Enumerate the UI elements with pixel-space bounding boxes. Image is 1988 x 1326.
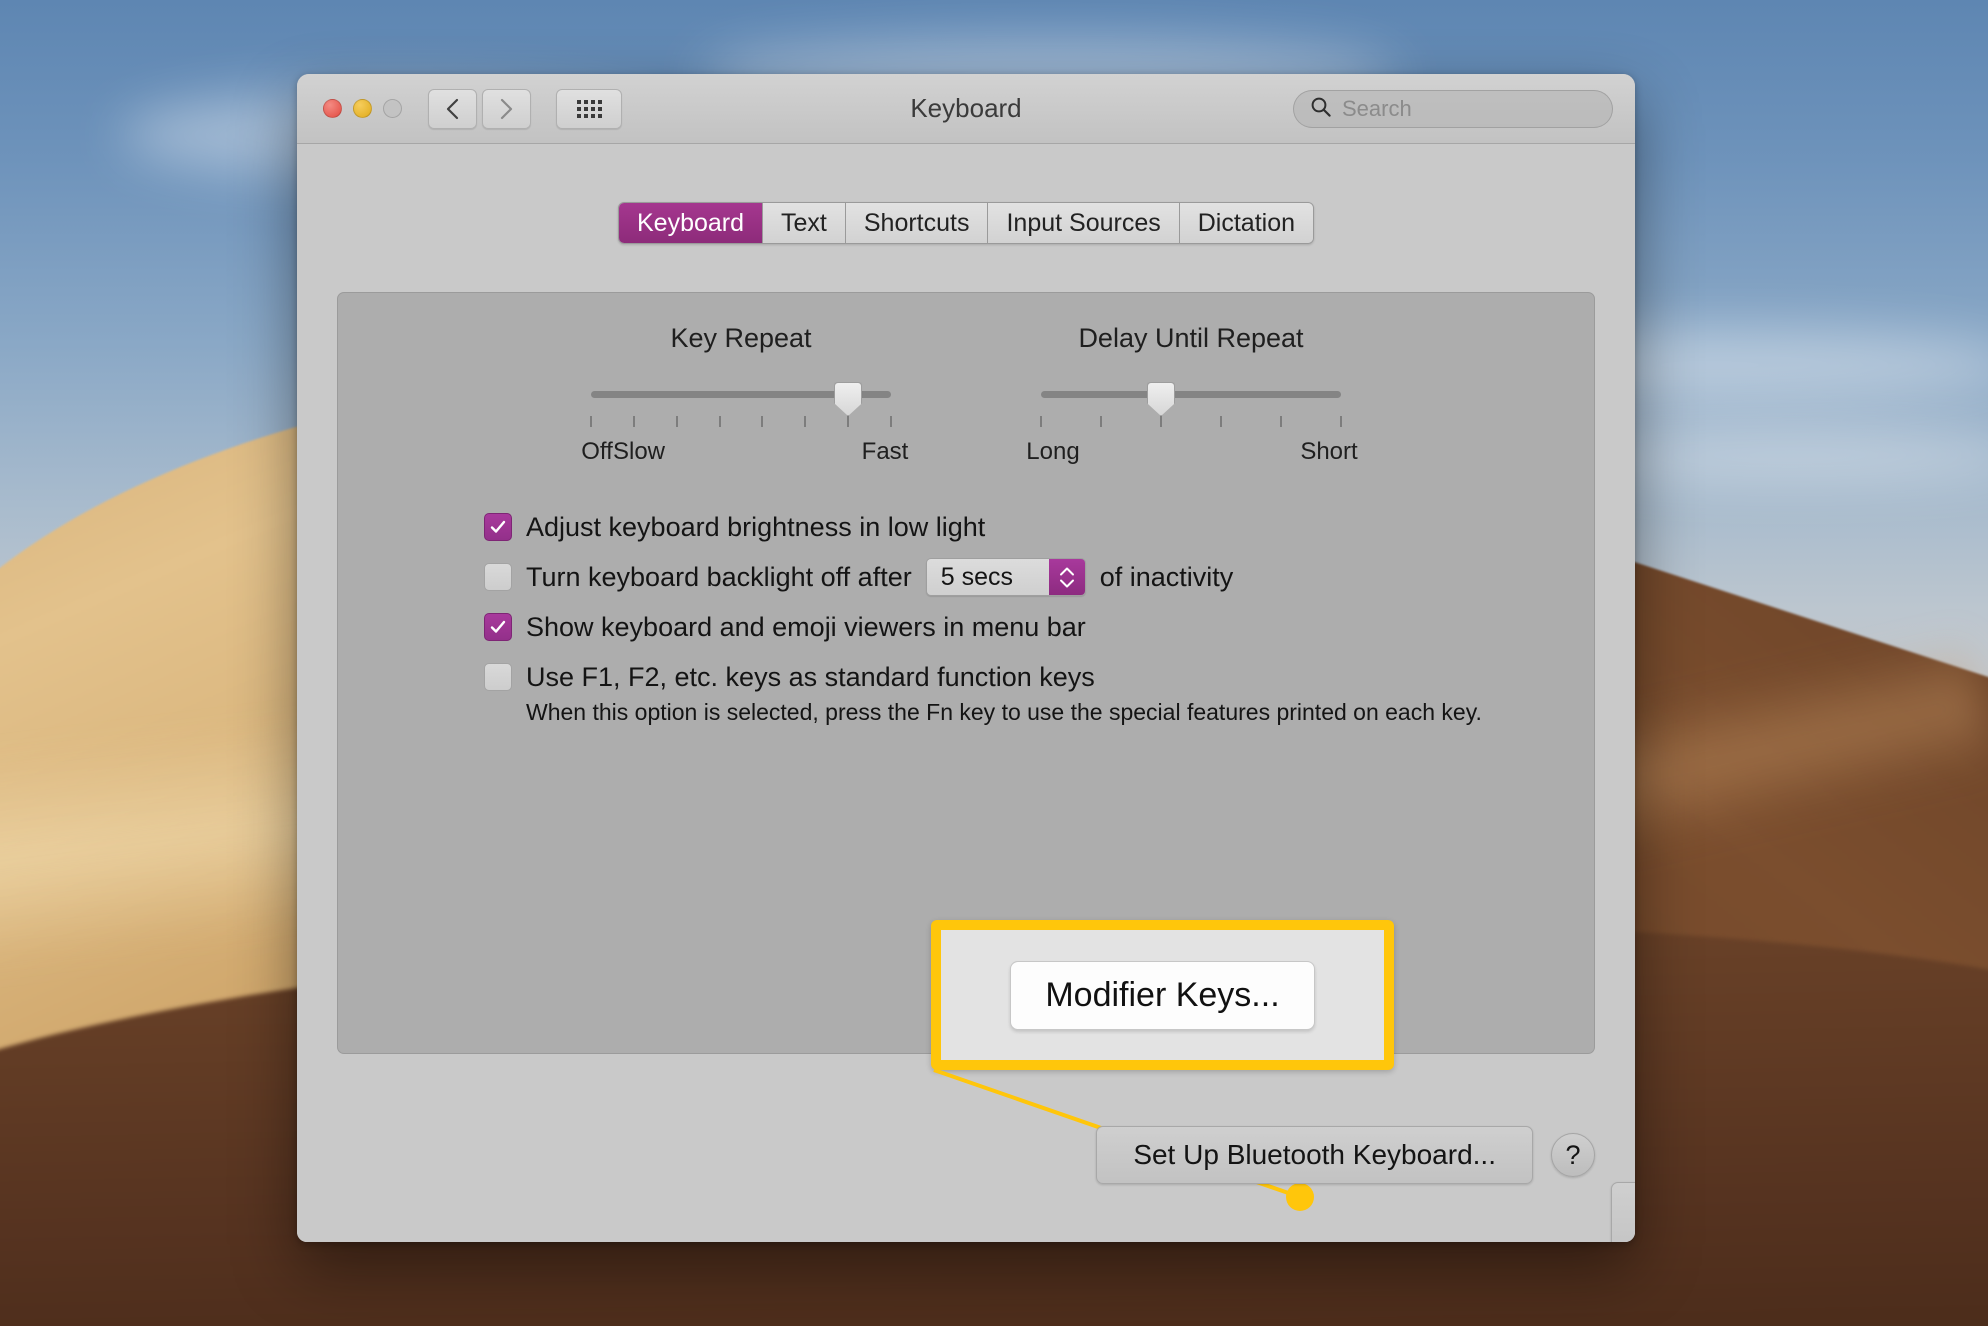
show-all-grid-icon: [576, 99, 602, 118]
key-repeat-ticks: [590, 416, 892, 430]
traffic-light-group: [323, 99, 402, 118]
chevron-down-icon[interactable]: [1059, 579, 1075, 588]
close-button[interactable]: [323, 99, 342, 118]
option-row-viewers[interactable]: Show keyboard and emoji viewers in menu …: [484, 609, 1564, 645]
tab-group: Keyboard Text Shortcuts Input Sources Di…: [617, 202, 1315, 244]
delay-until-repeat-slider-block: Delay Until Repeat Long Short: [1026, 323, 1357, 468]
option-row-function-keys[interactable]: Use F1, F2, etc. keys as standard functi…: [484, 659, 1564, 695]
help-button[interactable]: ?: [1551, 1133, 1595, 1177]
show-all-button[interactable]: [556, 88, 622, 129]
stepper-arrows[interactable]: [1048, 559, 1085, 595]
key-repeat-label-off: Off: [581, 438, 613, 465]
backlight-delay-stepper[interactable]: 5 secs: [925, 558, 1086, 596]
key-repeat-thumb[interactable]: [834, 382, 863, 416]
checkbox-backlight-off[interactable]: [484, 563, 512, 591]
chevron-right-icon: [500, 98, 513, 120]
key-repeat-label-fast: Fast: [861, 438, 909, 465]
key-repeat-tick-labels: Off Slow Fast: [581, 438, 908, 468]
desktop-wallpaper: Keyboard Keyboard Text Shortcuts Input S…: [0, 0, 1988, 1326]
tab-dictation[interactable]: Dictation: [1179, 203, 1314, 243]
key-repeat-label: Key Repeat: [670, 323, 812, 353]
system-preferences-window: Keyboard Keyboard Text Shortcuts Input S…: [297, 74, 1635, 1242]
key-repeat-slider-block: Key Repeat Off Slow Fast: [581, 323, 908, 468]
search-field[interactable]: [1293, 90, 1613, 128]
search-input[interactable]: [1342, 96, 1600, 122]
option-row-backlight[interactable]: Turn keyboard backlight off after 5 secs: [484, 558, 1564, 596]
tab-input-sources[interactable]: Input Sources: [988, 203, 1180, 243]
modifier-keys-button[interactable]: Modifier Keys...: [1611, 1182, 1635, 1242]
delay-label-short: Short: [1300, 438, 1358, 465]
tab-keyboard[interactable]: Keyboard: [618, 203, 764, 243]
delay-label-long: Long: [1026, 438, 1080, 465]
checkbox-show-viewers[interactable]: [484, 613, 512, 641]
option-label-viewers: Show keyboard and emoji viewers in menu …: [526, 611, 1086, 642]
tab-shortcuts[interactable]: Shortcuts: [845, 203, 989, 243]
key-repeat-track-wrap[interactable]: [591, 382, 891, 416]
delay-until-repeat-label: Delay Until Repeat: [1078, 323, 1304, 353]
delay-ticks: [1040, 416, 1342, 430]
checkbox-function-keys[interactable]: [484, 663, 512, 691]
option-label-brightness: Adjust keyboard brightness in low light: [526, 511, 986, 542]
delay-track-wrap[interactable]: [1041, 382, 1341, 416]
chevron-up-icon[interactable]: [1059, 567, 1075, 576]
delay-track[interactable]: [1041, 391, 1341, 398]
function-keys-note: When this option is selected, press the …: [526, 699, 1482, 725]
forward-button[interactable]: [482, 88, 531, 129]
key-repeat-label-slow: Slow: [612, 438, 666, 465]
callout-modifier-keys-button[interactable]: Modifier Keys...: [1010, 960, 1315, 1030]
tab-bar: Keyboard Text Shortcuts Input Sources Di…: [297, 202, 1635, 244]
callout-inner: Modifier Keys...: [941, 930, 1384, 1060]
set-up-bluetooth-keyboard-button[interactable]: Set Up Bluetooth Keyboard...: [1096, 1126, 1533, 1184]
search-icon: [1306, 96, 1332, 123]
back-button[interactable]: [428, 88, 477, 129]
navigation-button-group: [428, 88, 531, 129]
checkbox-adjust-brightness[interactable]: [484, 513, 512, 541]
zoom-button[interactable]: [383, 99, 402, 118]
chevron-left-icon: [446, 98, 459, 120]
options-list: Adjust keyboard brightness in low light …: [484, 509, 1564, 726]
option-suffix-inactivity: of inactivity: [1099, 561, 1234, 592]
minimize-button[interactable]: [353, 99, 372, 118]
window-titlebar: Keyboard: [297, 74, 1635, 144]
slider-row: Key Repeat Off Slow Fast Delay Until Rep…: [338, 323, 1594, 468]
callout-anchor-dot: [1286, 1183, 1314, 1211]
option-row-brightness[interactable]: Adjust keyboard brightness in low light: [484, 509, 1564, 545]
delay-tick-labels: Long Short: [1026, 438, 1357, 468]
window-content: Keyboard Text Shortcuts Input Sources Di…: [297, 144, 1635, 1242]
option-label-function-keys: Use F1, F2, etc. keys as standard functi…: [526, 661, 1095, 692]
modifier-keys-callout: Modifier Keys...: [931, 920, 1394, 1070]
option-label-backlight: Turn keyboard backlight off after: [526, 561, 912, 592]
tab-text[interactable]: Text: [763, 203, 846, 243]
window-footer: Set Up Bluetooth Keyboard... ?: [1096, 1126, 1595, 1184]
backlight-delay-value[interactable]: 5 secs: [926, 559, 1049, 595]
delay-thumb[interactable]: [1147, 382, 1175, 416]
